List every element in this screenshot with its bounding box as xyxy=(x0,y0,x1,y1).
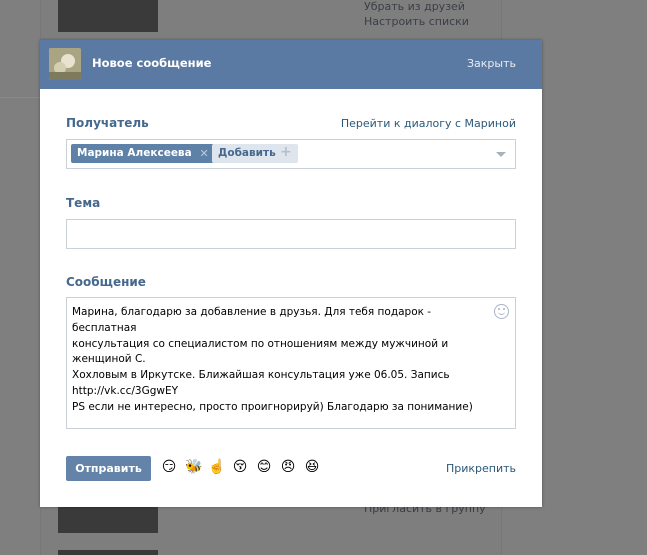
background-photo-bottom xyxy=(58,505,158,533)
recipient-label: Получатель xyxy=(66,116,149,130)
recipient-chip[interactable]: Марина Алексеева ✕ xyxy=(71,144,214,163)
add-recipient-label: Добавить xyxy=(218,147,276,159)
remove-recipient-icon[interactable]: ✕ xyxy=(199,144,208,163)
background-link-configure-lists: Настроить списки xyxy=(364,15,469,28)
smile-emoji-icon[interactable]: 😊 xyxy=(256,459,272,475)
goto-dialog-link[interactable]: Перейти к диалогу с Мариной xyxy=(341,117,516,130)
background-link-remove-friend: Убрать из друзей xyxy=(364,0,465,13)
dialog-title: Новое сообщение xyxy=(92,56,212,70)
dialog-header: Новое сообщение Закрыть xyxy=(40,40,542,89)
recipient-field[interactable]: Марина Алексеева ✕ Добавить + xyxy=(66,139,516,169)
avatar xyxy=(49,48,81,80)
smirk-emoji-icon[interactable]: 😏 xyxy=(161,459,177,475)
smiley-icon[interactable] xyxy=(494,304,509,319)
message-text: Марина, благодарю за добавление в друзья… xyxy=(72,306,473,413)
recipient-chip-label: Марина Алексеева xyxy=(77,147,192,159)
background-photo-top xyxy=(58,0,158,32)
background-divider xyxy=(0,97,40,98)
message-textarea[interactable]: Марина, благодарю за добавление в друзья… xyxy=(66,297,516,429)
kiss-emoji-icon[interactable]: 😚 xyxy=(232,459,248,475)
chevron-down-icon[interactable] xyxy=(496,152,506,157)
subject-label: Тема xyxy=(66,196,101,210)
angry-emoji-icon[interactable]: 😠 xyxy=(280,459,296,475)
laugh-emoji-icon[interactable]: 😆 xyxy=(304,459,320,475)
message-label: Сообщение xyxy=(66,275,146,289)
bee-emoji-icon[interactable]: 🐝 xyxy=(185,459,202,475)
plus-icon: + xyxy=(279,144,292,160)
subject-input[interactable] xyxy=(66,219,516,249)
close-link[interactable]: Закрыть xyxy=(467,57,516,70)
new-message-dialog: Новое сообщение Закрыть Получатель Перей… xyxy=(40,40,542,507)
background-photo-bottom-2 xyxy=(58,550,158,555)
finger-up-emoji-icon[interactable]: ☝️ xyxy=(208,459,225,475)
send-button[interactable]: Отправить xyxy=(66,456,151,481)
add-recipient-button[interactable]: Добавить + xyxy=(212,144,298,163)
attach-link[interactable]: Прикрепить xyxy=(446,462,516,475)
